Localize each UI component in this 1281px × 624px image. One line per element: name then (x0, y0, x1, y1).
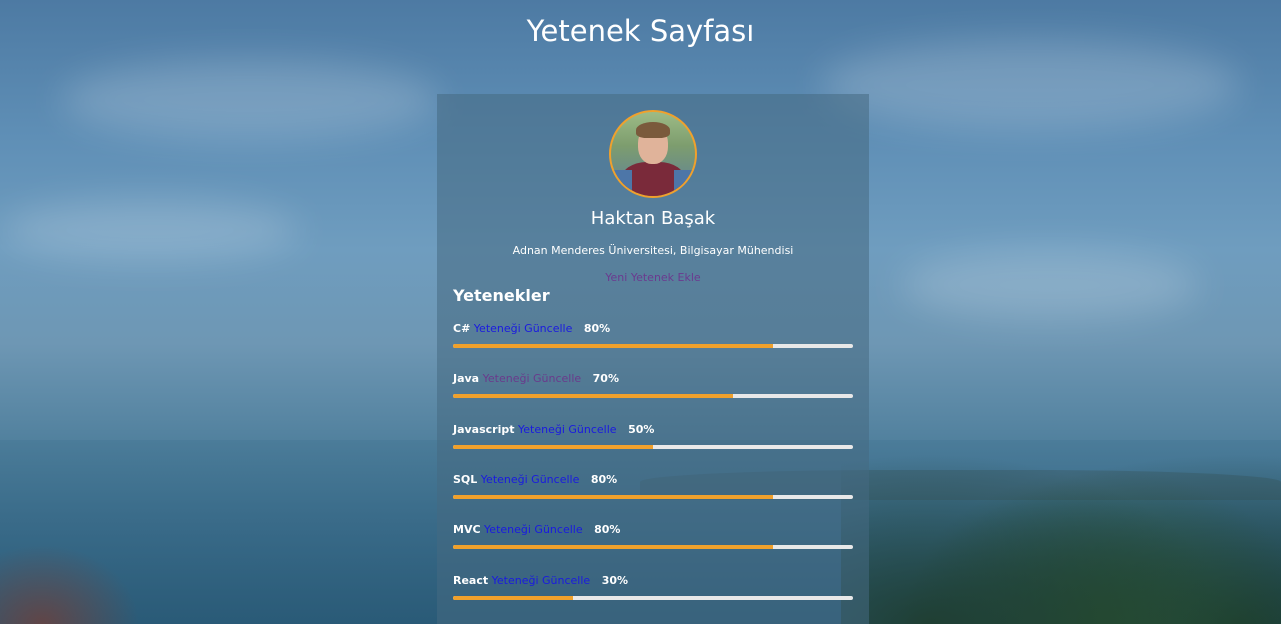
profile-school: Adnan Menderes Üniversitesi, Bilgisayar … (512, 244, 794, 257)
cloud (900, 250, 1200, 320)
avatar-jacket (611, 170, 695, 196)
update-skill-link[interactable]: Yeteneği Güncelle (518, 423, 617, 436)
skill-percent: 80% (594, 523, 621, 536)
skill-progress-fill (453, 495, 773, 499)
skill-progress-bar (453, 495, 853, 499)
update-skill-link[interactable]: Yeteneği Güncelle (481, 473, 580, 486)
update-skill-link[interactable]: Yeteneği Güncelle (474, 322, 573, 335)
skill-item-sql: SQL Yeteneği Güncelle 80% (453, 473, 853, 499)
skill-progress-fill (453, 344, 773, 348)
update-skill-link[interactable]: Yeteneği Güncelle (483, 372, 582, 385)
trees (841, 424, 1281, 624)
skill-name: MVC (453, 523, 481, 536)
skill-progress-bar (453, 344, 853, 348)
cloud (60, 60, 440, 140)
skill-name: SQL (453, 473, 478, 486)
avatar (609, 110, 697, 198)
skill-progress-bar (453, 596, 853, 600)
add-skill-link[interactable]: Yeni Yetenek Ekle (437, 271, 869, 284)
skill-name: C# (453, 322, 471, 335)
skill-item-java: Java Yeteneği Güncelle 70% (453, 372, 853, 398)
avatar-hair (636, 122, 670, 138)
skill-item-javascript: Javascript Yeteneği Güncelle 50% (453, 423, 853, 449)
skills-heading: Yetenekler (453, 286, 550, 305)
update-skill-link[interactable]: Yeteneği Güncelle (492, 574, 591, 587)
skill-progress-fill (453, 445, 653, 449)
skill-name: Javascript (453, 423, 515, 436)
skill-progress-fill (453, 394, 733, 398)
skill-progress-bar (453, 545, 853, 549)
trees (0, 544, 140, 624)
profile-name: Haktan Başak (590, 208, 716, 229)
skill-percent: 80% (583, 322, 611, 335)
cloud (0, 200, 300, 260)
skill-progress-fill (453, 596, 573, 600)
update-skill-link[interactable]: Yeteneği Güncelle (484, 523, 583, 536)
skill-progress-fill (453, 545, 773, 549)
skill-name: Java (453, 372, 480, 385)
profile-card: Haktan Başak Adnan Menderes Üniversitesi… (437, 94, 869, 624)
skill-item-mvc: MVC Yeteneği Güncelle 80% (453, 523, 853, 549)
skill-name: React (453, 574, 489, 587)
skill-item-csharp: C# Yeteneği Güncelle 80% (453, 322, 853, 348)
skill-percent: 80% (590, 473, 618, 486)
cloud (820, 40, 1240, 130)
skill-progress-bar (453, 445, 853, 449)
skill-item-react: React Yeteneği Güncelle 30% (453, 574, 853, 600)
page-title: Yetenek Sayfası (526, 14, 755, 48)
skill-progress-bar (453, 394, 853, 398)
skill-percent: 30% (601, 574, 629, 587)
skill-percent: 50% (628, 423, 655, 436)
skill-percent: 70% (592, 372, 619, 385)
